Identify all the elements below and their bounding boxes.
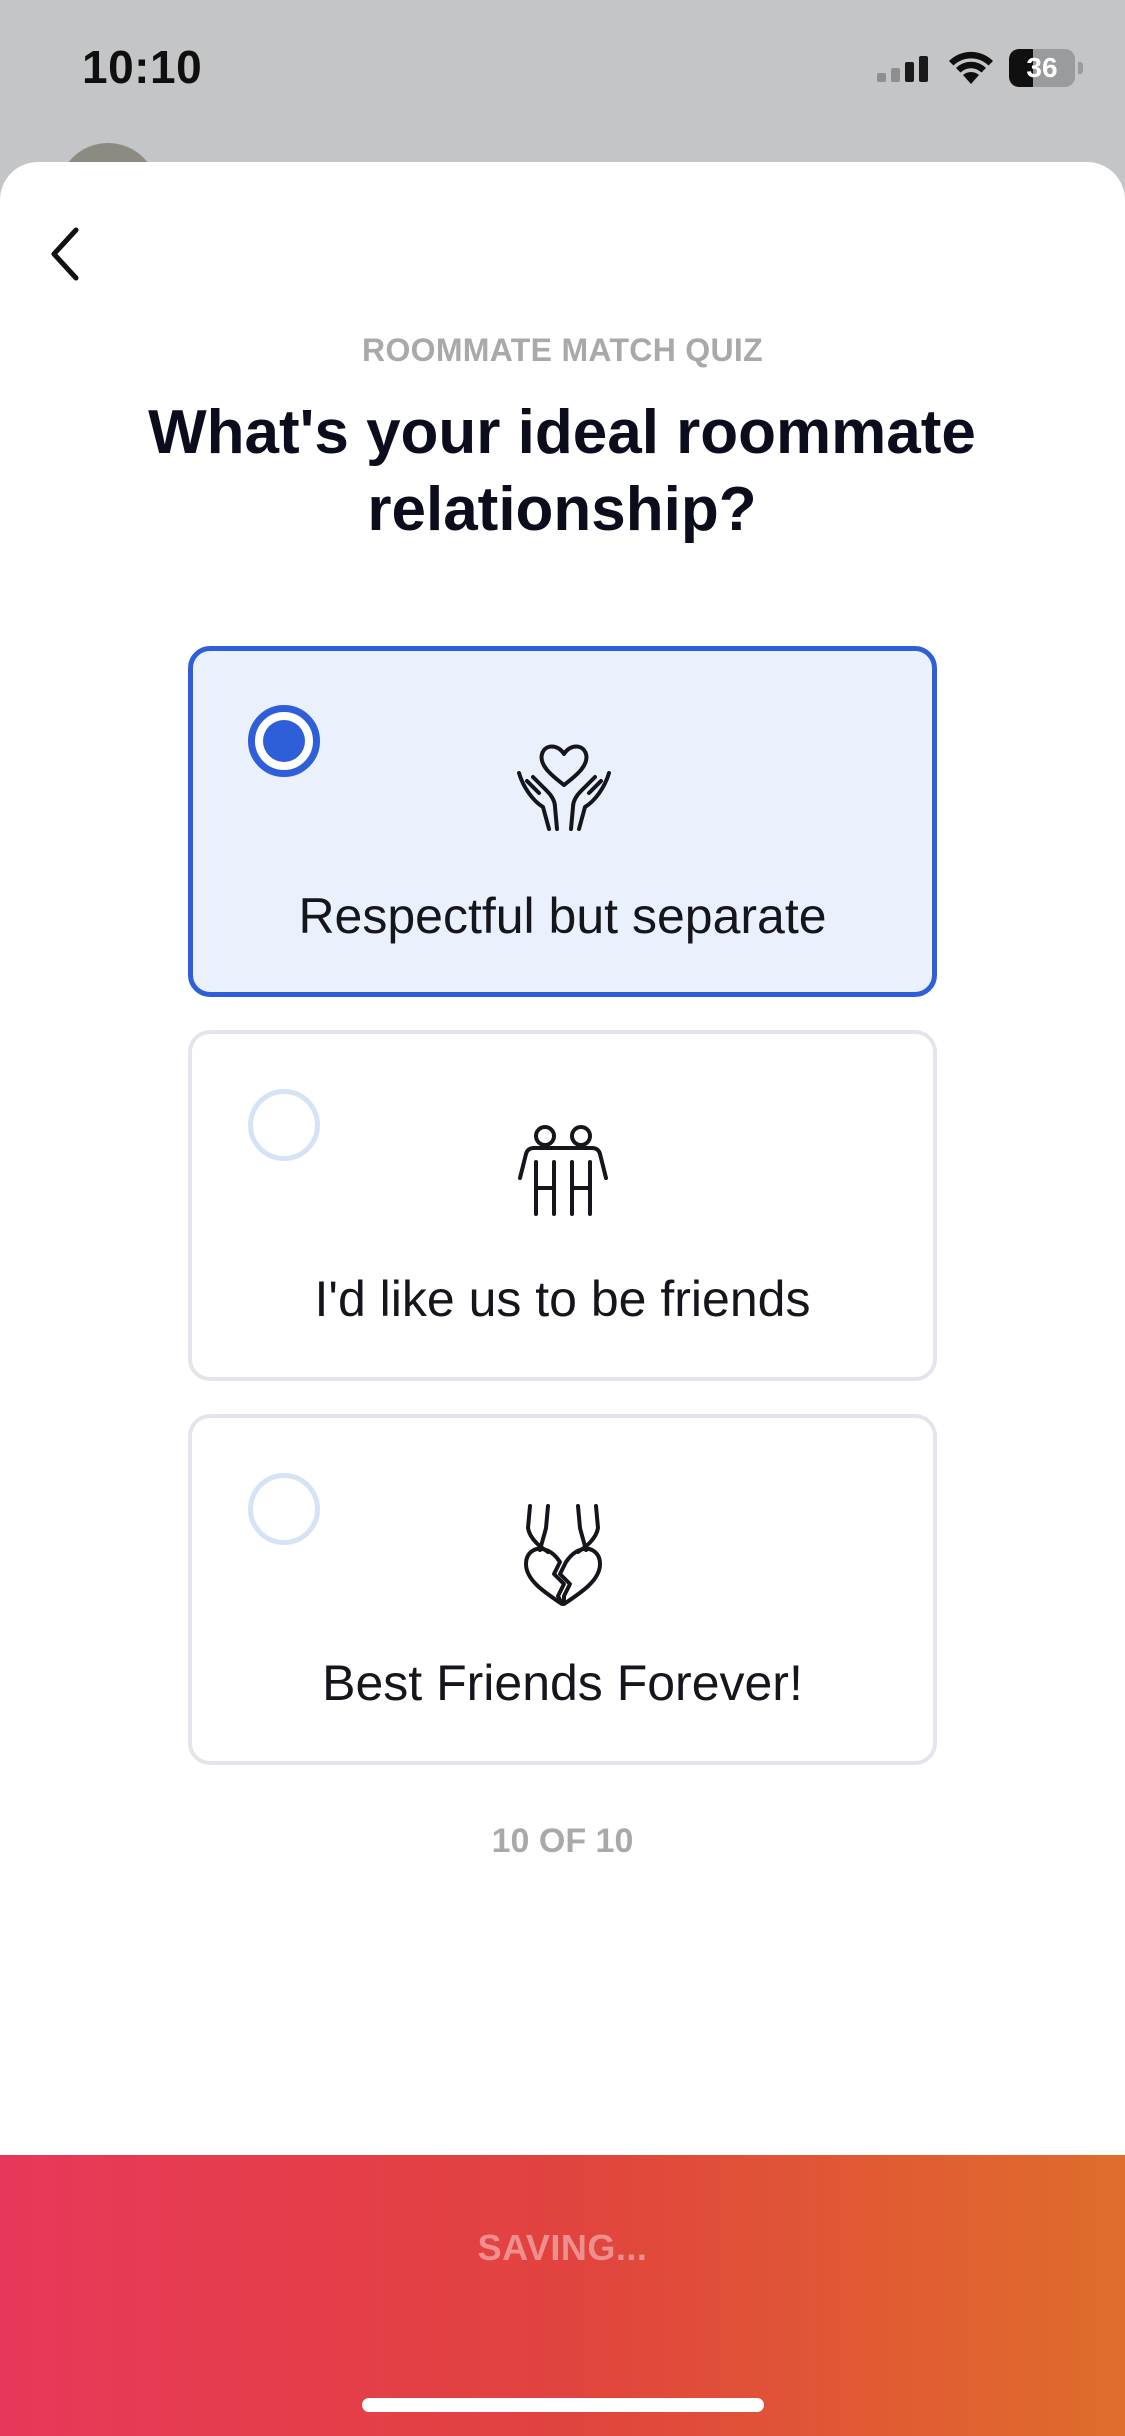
option-card[interactable]: Best Friends Forever! bbox=[188, 1414, 937, 1765]
status-time: 10:10 bbox=[82, 41, 203, 93]
home-indicator bbox=[362, 2398, 764, 2412]
chevron-left-icon bbox=[51, 227, 79, 281]
quiz-progress: 10 OF 10 bbox=[491, 1822, 634, 1860]
option-card[interactable]: I'd like us to be friends bbox=[188, 1030, 937, 1381]
two-people-icon bbox=[518, 1125, 608, 1216]
saving-button-label: SAVING... bbox=[477, 2227, 648, 2268]
cellular-signal-icon bbox=[877, 56, 928, 82]
option-label: I'd like us to be friends bbox=[314, 1271, 811, 1327]
radio-button[interactable] bbox=[248, 1089, 320, 1161]
heart-in-hands-icon bbox=[517, 744, 611, 831]
option-label: Respectful but separate bbox=[298, 888, 827, 944]
back-button[interactable] bbox=[34, 214, 98, 294]
wifi-icon bbox=[949, 51, 993, 84]
option-card[interactable]: Respectful but separate bbox=[188, 646, 937, 997]
status-bar: 10:10 36 bbox=[0, 0, 1125, 160]
quiz-label: ROOMMATE MATCH QUIZ bbox=[362, 332, 763, 368]
battery-percent: 36 bbox=[1026, 52, 1058, 83]
status-icons: 36 bbox=[877, 48, 1083, 88]
split-heart-necklace-icon bbox=[524, 1504, 602, 1606]
question-title: What's your ideal roommate relationship? bbox=[148, 398, 976, 544]
battery-icon: 36 bbox=[1009, 49, 1083, 87]
radio-button[interactable] bbox=[248, 1473, 320, 1545]
radio-button[interactable] bbox=[248, 705, 320, 777]
quiz-sheet: ROOMMATE MATCH QUIZ What's your ideal ro… bbox=[0, 162, 1125, 2436]
radio-dot bbox=[263, 720, 305, 762]
saving-button[interactable]: SAVING... bbox=[0, 2155, 1125, 2436]
option-label: Best Friends Forever! bbox=[322, 1655, 803, 1711]
